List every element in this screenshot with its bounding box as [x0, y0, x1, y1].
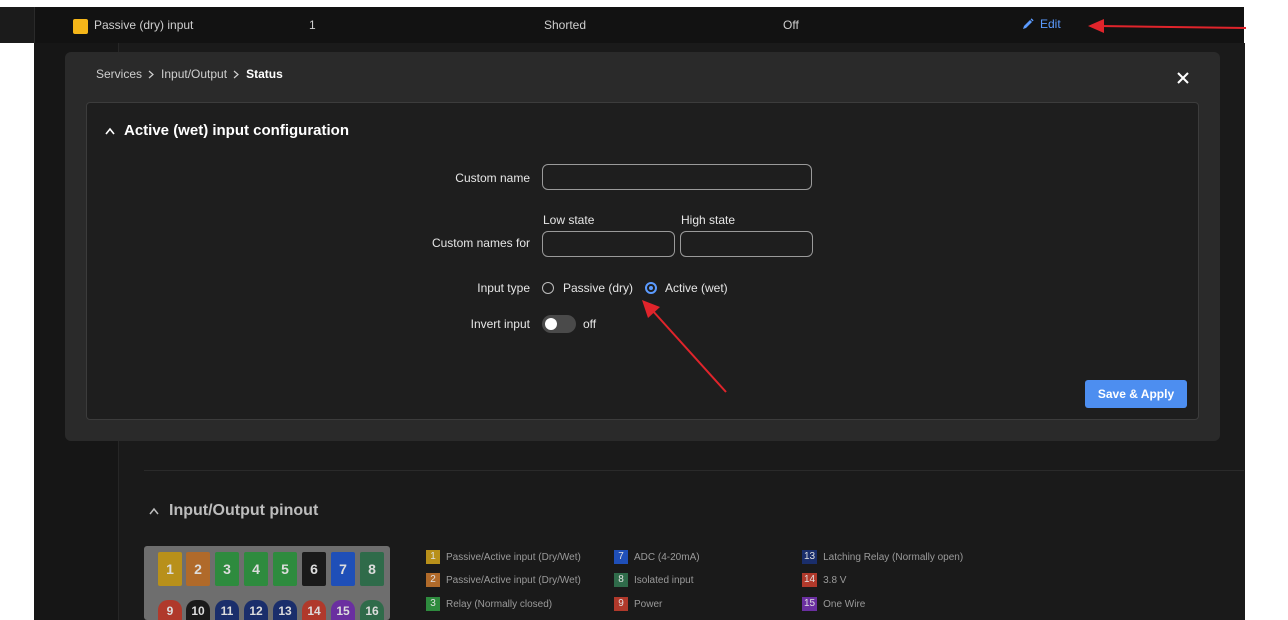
legend-label: Power: [634, 598, 663, 610]
legend-label: 3.8 V: [823, 574, 847, 586]
low-state-label: Low state: [543, 213, 595, 227]
high-state-input[interactable]: [680, 231, 813, 257]
custom-name-label: Custom name: [455, 171, 530, 185]
row-gutter: [0, 7, 35, 43]
legend-num: 15: [802, 597, 818, 611]
pin-7: 7: [331, 552, 355, 586]
pin-5: 5: [273, 552, 297, 586]
pin-8: 8: [360, 552, 384, 586]
pin-4: 4: [244, 552, 268, 586]
pin-2: 2: [186, 552, 210, 586]
high-state-label: High state: [681, 213, 736, 227]
row-input-state: Shorted: [544, 18, 587, 32]
legend-num: 7: [614, 550, 628, 564]
radio-active-wet-label[interactable]: Active (wet): [665, 281, 728, 295]
chevron-up-icon: [149, 507, 159, 515]
breadcrumb-services[interactable]: Services: [96, 67, 142, 81]
legend-label: Isolated input: [634, 574, 694, 586]
edit-link[interactable]: Edit: [1022, 17, 1061, 31]
legend-label: Passive/Active input (Dry/Wet): [446, 574, 581, 586]
chevron-right-icon: [148, 70, 154, 78]
pin-9: 9: [158, 600, 182, 620]
custom-names-label: Custom names for: [431, 236, 530, 250]
legend-item: 8 Isolated input: [614, 573, 694, 587]
radio-active-wet[interactable]: [645, 282, 657, 294]
edit-label: Edit: [1040, 17, 1061, 31]
legend-item: 14 3.8 V: [802, 573, 846, 587]
pin-13: 13: [273, 600, 297, 620]
legend-item: 15 One Wire: [802, 597, 865, 611]
panel-header[interactable]: Active (wet) input configuration: [105, 122, 349, 139]
panel-title: Active (wet) input configuration: [124, 122, 349, 139]
input-color-swatch: [73, 19, 88, 34]
row-input-name: Passive (dry) input: [94, 18, 194, 32]
legend-num: 2: [426, 573, 440, 587]
row-input-index: 1: [309, 18, 316, 32]
pinout-connector-image: 1 2 3 4 5 6 7 8 9 10 11 12 13 14 15 16: [144, 546, 390, 620]
pin-3: 3: [215, 552, 239, 586]
invert-input-state: off: [583, 317, 597, 331]
legend-num: 13: [802, 550, 818, 564]
radio-passive-dry[interactable]: [542, 282, 554, 294]
breadcrumb: Services Input/Output Status: [96, 67, 283, 81]
legend-label: One Wire: [823, 598, 866, 610]
pin-11: 11: [215, 600, 239, 620]
annotation-arrow-icon: [1088, 19, 1247, 33]
pin-12: 12: [244, 600, 268, 620]
legend-item: 9 Power: [614, 597, 662, 611]
legend-label: Relay (Normally closed): [446, 598, 553, 610]
pin-16: 16: [360, 600, 384, 620]
pencil-icon: [1023, 18, 1034, 29]
custom-name-input[interactable]: [542, 164, 812, 190]
legend-label: Latching Relay (Normally open): [823, 551, 964, 563]
invert-input-label: Invert input: [470, 317, 530, 331]
toggle-knob: [545, 318, 557, 330]
legend-item: 2 Passive/Active input (Dry/Wet): [426, 573, 581, 587]
chevron-right-icon: [233, 70, 239, 78]
low-state-input[interactable]: [542, 231, 675, 257]
pin-10: 10: [186, 600, 210, 620]
io-status-row: Passive (dry) input 1 Shorted Off Edit: [0, 7, 1244, 43]
config-panel: Active (wet) input configuration Custom …: [86, 102, 1199, 420]
legend-num: 14: [802, 573, 818, 587]
divider: [144, 470, 1244, 471]
breadcrumb-input-output[interactable]: Input/Output: [161, 67, 227, 81]
legend-num: 8: [614, 573, 628, 587]
legend-label: ADC (4-20mA): [634, 551, 700, 563]
save-apply-button[interactable]: Save & Apply: [1085, 380, 1187, 408]
legend-item: 13 Latching Relay (Normally open): [802, 550, 963, 564]
invert-input-toggle[interactable]: [542, 315, 576, 333]
pin-6: 6: [302, 552, 326, 586]
legend-item: 3 Relay (Normally closed): [426, 597, 552, 611]
input-config-modal: Services Input/Output Status Active (wet…: [65, 52, 1220, 441]
legend-num: 9: [614, 597, 628, 611]
pinout-title: Input/Output pinout: [169, 502, 319, 519]
legend-item: 1 Passive/Active input (Dry/Wet): [426, 550, 581, 564]
legend-num: 3: [426, 597, 440, 611]
chevron-up-icon: [105, 127, 115, 134]
close-icon[interactable]: [1175, 70, 1191, 86]
pin-14: 14: [302, 600, 326, 620]
row-invert-state: Off: [783, 18, 799, 32]
pinout-section-header[interactable]: Input/Output pinout: [149, 502, 318, 520]
legend-item: 7 ADC (4-20mA): [614, 550, 700, 564]
radio-passive-dry-label[interactable]: Passive (dry): [563, 281, 633, 295]
legend-num: 1: [426, 550, 440, 564]
breadcrumb-status: Status: [246, 67, 283, 81]
input-type-label: Input type: [477, 281, 530, 295]
legend-label: Passive/Active input (Dry/Wet): [446, 551, 581, 563]
pin-15: 15: [331, 600, 355, 620]
pin-1: 1: [158, 552, 182, 586]
